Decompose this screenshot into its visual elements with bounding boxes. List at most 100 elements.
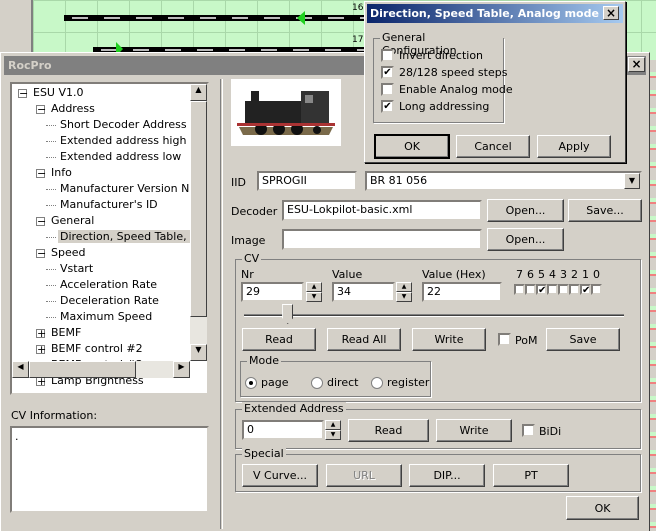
- splitter[interactable]: [220, 79, 223, 529]
- dropdown-arrow-icon[interactable]: ▼: [624, 173, 640, 189]
- cv-hex-input[interactable]: 22: [422, 282, 502, 302]
- extended-address-input[interactable]: 0: [242, 420, 324, 440]
- dialog-title-bar[interactable]: Direction, Speed Table, Analog mode: [367, 4, 623, 23]
- spin-down-button[interactable]: ▼: [325, 430, 341, 440]
- iid-label: IID: [231, 176, 246, 189]
- cv-tree[interactable]: − ESU V1.0− Address Short Decoder Address Ex…: [10, 82, 209, 395]
- pt-button[interactable]: PT: [493, 464, 569, 487]
- tree-item[interactable]: Extended address low: [58, 150, 183, 163]
- loco-id-combo[interactable]: BR 81 056 ▼: [365, 171, 642, 191]
- nr-label: Nr: [241, 268, 254, 281]
- close-button[interactable]: ×: [628, 57, 645, 72]
- dialog-ok-button[interactable]: OK: [374, 134, 450, 159]
- tree-item[interactable]: Info: [49, 166, 74, 179]
- tree-horizontal-scrollbar[interactable]: ◀ ▶: [12, 361, 190, 378]
- collapse-icon[interactable]: −: [36, 248, 46, 259]
- radio-button[interactable]: [245, 377, 257, 389]
- tree-item[interactable]: Manufacturer Version No: [58, 182, 198, 195]
- bit-checkbox-6[interactable]: [525, 284, 536, 295]
- collapse-icon[interactable]: −: [36, 216, 46, 227]
- ok-button[interactable]: OK: [566, 496, 639, 520]
- cv-read-button[interactable]: Read: [242, 328, 316, 351]
- cv-nr-input[interactable]: 29: [241, 282, 304, 302]
- cv-slider-thumb[interactable]: [282, 304, 294, 324]
- bit-checkbox-1[interactable]: ✔: [580, 284, 591, 296]
- bit-checkbox-5[interactable]: ✔: [536, 284, 547, 296]
- spin-up-button[interactable]: ▲: [396, 282, 412, 292]
- iid-input[interactable]: SPROGII: [257, 171, 357, 191]
- expand-icon[interactable]: +: [36, 328, 46, 339]
- collapse-icon[interactable]: −: [18, 88, 28, 99]
- cv-save-button[interactable]: Save: [546, 328, 620, 351]
- decoder-save-button[interactable]: Save...: [568, 199, 642, 222]
- spin-up-button[interactable]: ▲: [325, 420, 341, 430]
- option-checkbox[interactable]: ✔: [381, 100, 394, 113]
- decoder-open-button[interactable]: Open...: [487, 199, 564, 222]
- scroll-thumb[interactable]: [29, 361, 136, 378]
- bit-checkbox-2[interactable]: [569, 284, 580, 295]
- cv-nr-spinner[interactable]: ▲ ▼: [306, 282, 322, 302]
- v-curve-button[interactable]: V Curve...: [242, 464, 318, 487]
- cv-value-input[interactable]: 34: [332, 282, 395, 302]
- collapse-icon[interactable]: −: [36, 168, 46, 179]
- decoder-input[interactable]: ESU-Lokpilot-basic.xml: [282, 200, 482, 221]
- tree-item[interactable]: Maximum Speed: [58, 310, 154, 323]
- option-checkbox[interactable]: [381, 83, 394, 96]
- bit-checkbox-4[interactable]: [547, 284, 558, 295]
- mode-radio-register[interactable]: register: [371, 376, 429, 389]
- scroll-right-button[interactable]: ▶: [173, 361, 190, 378]
- scroll-down-button[interactable]: ▼: [190, 344, 207, 361]
- dip-button[interactable]: DIP...: [409, 464, 485, 487]
- track-segment[interactable]: [64, 15, 364, 21]
- tree-item[interactable]: Short Decoder Address: [58, 118, 189, 131]
- spin-down-button[interactable]: ▼: [306, 292, 322, 302]
- ext-write-button[interactable]: Write: [436, 419, 512, 442]
- expand-icon[interactable]: +: [36, 376, 46, 387]
- mode-group: Mode page direct register: [240, 354, 431, 397]
- tree-item[interactable]: Address: [49, 102, 97, 115]
- bit-checkbox-7[interactable]: [514, 284, 525, 295]
- ext-read-button[interactable]: Read: [348, 419, 429, 442]
- tree-item[interactable]: Deceleration Rate: [58, 294, 161, 307]
- dialog-cancel-button[interactable]: Cancel: [456, 135, 530, 158]
- spin-up-button[interactable]: ▲: [306, 282, 322, 292]
- tree-item[interactable]: BEMF: [49, 326, 83, 339]
- cv-slider-track[interactable]: [244, 314, 624, 317]
- tree-item[interactable]: Manufacturer's ID: [58, 198, 160, 211]
- radio-button[interactable]: [371, 377, 383, 389]
- bit-checkbox-0[interactable]: [591, 284, 602, 295]
- cv-write-button[interactable]: Write: [412, 328, 486, 351]
- image-input[interactable]: [282, 229, 482, 250]
- image-open-button[interactable]: Open...: [487, 228, 564, 251]
- dialog-apply-button[interactable]: Apply: [537, 135, 611, 158]
- tree-item[interactable]: General: [49, 214, 96, 227]
- cv-value-spinner[interactable]: ▲ ▼: [396, 282, 412, 302]
- scroll-thumb[interactable]: [190, 101, 207, 317]
- expand-icon[interactable]: +: [36, 344, 46, 355]
- collapse-icon[interactable]: −: [36, 104, 46, 115]
- dialog-close-button[interactable]: ×: [603, 6, 619, 20]
- tree-item[interactable]: Vstart: [58, 262, 95, 275]
- mode-radio-direct[interactable]: direct: [311, 376, 358, 389]
- radio-button[interactable]: [311, 377, 323, 389]
- mode-radio-page[interactable]: page: [245, 376, 288, 389]
- tree-item[interactable]: Acceleration Rate: [58, 278, 159, 291]
- spin-down-button[interactable]: ▼: [396, 292, 412, 302]
- option-checkbox[interactable]: ✔: [381, 66, 394, 79]
- tree-vertical-scrollbar[interactable]: ▲ ▼: [190, 84, 207, 361]
- tree-item[interactable]: Extended address high: [58, 134, 188, 147]
- extended-address-spinner[interactable]: ▲ ▼: [325, 420, 341, 440]
- option-checkbox[interactable]: [381, 49, 394, 62]
- cv-read-all-button[interactable]: Read All: [327, 328, 401, 351]
- scroll-left-button[interactable]: ◀: [12, 361, 29, 378]
- bidi-checkbox[interactable]: [522, 424, 535, 437]
- pom-checkbox[interactable]: [498, 333, 511, 346]
- tree-item[interactable]: ESU V1.0: [31, 86, 86, 99]
- scroll-up-button[interactable]: ▲: [190, 84, 207, 101]
- bit-checkbox-3[interactable]: [558, 284, 569, 295]
- tree-item[interactable]: Speed: [49, 246, 87, 259]
- cv-info-textbox[interactable]: .: [10, 426, 209, 513]
- tree-item[interactable]: BEMF control #2: [49, 342, 145, 355]
- tree-item[interactable]: Direction, Speed Table, Analog mode: [58, 230, 207, 243]
- url-button[interactable]: URL: [326, 464, 402, 487]
